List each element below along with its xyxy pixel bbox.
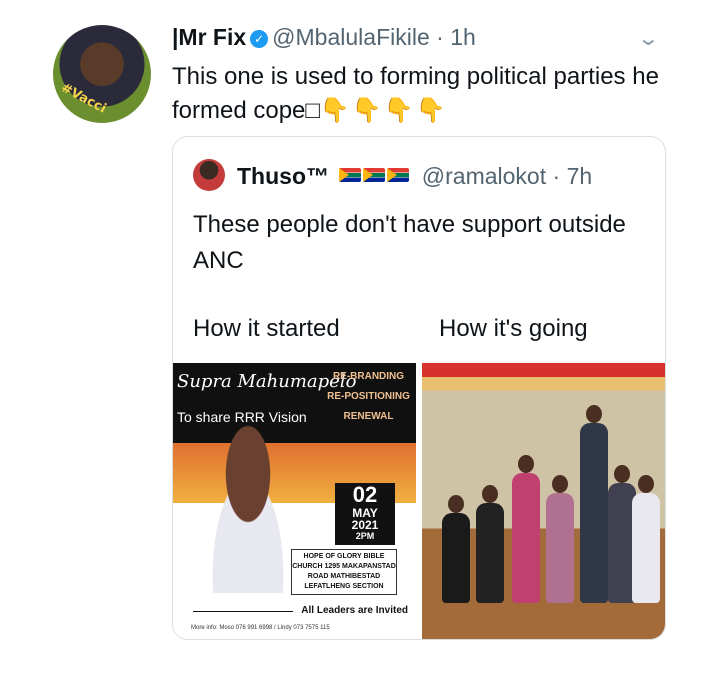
tweet-header: |Mr Fix ✓ @MbalulaFikile · 1h [172,24,476,51]
person-figure [512,473,540,603]
tweet-text: This one is used to forming political pa… [172,60,662,128]
poster-time: 2PM [355,531,375,541]
group-photo-image[interactable] [422,363,665,639]
quoted-tweet-time[interactable]: · 7h [553,163,593,189]
poster-more-info: More info: Moso 076 991 6998 / Lindy 073… [191,625,330,631]
poster-divider [193,611,293,612]
poster-rrr-item: RE-BRANDING [332,371,405,382]
label-how-its-going: How it's going [439,315,588,342]
person-figure [580,423,608,603]
south-africa-flag-icon [363,168,386,182]
south-africa-flags [339,161,411,188]
person-head [586,405,602,423]
poster-rrr-item: RE-POSITIONING [327,391,410,402]
poster-year: 2021 [351,518,379,532]
pointing-down-emojis: 👇👇👇👇 [319,97,448,124]
person-head [448,495,464,513]
poster-rrr-item: RENEWAL [343,411,394,422]
label-how-it-started: How it started [193,315,340,342]
event-poster-image[interactable]: Supra Mahumapelo To share RRR Vision RE-… [173,363,416,639]
avatar-badge: #Vacci [58,80,109,117]
chevron-down-icon[interactable]: ⌄ [637,26,660,51]
group-of-people [432,403,660,603]
person-head [552,475,568,493]
poster-rrr-list: RE-BRANDING RE-POSITIONING RENEWAL [321,367,416,427]
author-name[interactable]: |Mr Fix [172,24,246,50]
person-head [638,475,654,493]
poster-leaders-invited: All Leaders are Invited [301,605,408,616]
quoted-author-avatar[interactable] [193,159,225,191]
person-figure [442,513,470,603]
quoted-tweet[interactable]: Thuso™ @ramalokot · 7h These people don'… [172,136,666,640]
quoted-author-handle[interactable]: @ramalokot [422,163,546,189]
person-head [518,455,534,473]
person-head [482,485,498,503]
person-figure [546,493,574,603]
quoted-author-name[interactable]: Thuso™ [237,163,329,189]
person-figure [632,493,660,603]
poster-venue: HOPE OF GLORY BIBLE CHURCH 1295 MAKAPANS… [291,549,397,595]
verified-icon: ✓ [250,30,269,48]
person-figure [476,503,504,603]
poster-date-block: 02 MAY 2021 2PM [335,483,395,545]
person-head [614,465,630,483]
tweet-time[interactable]: · 1h [436,24,476,50]
quoted-tweet-text: These people don't have support outside … [193,211,626,274]
author-avatar[interactable]: #Vacci [53,25,151,123]
south-africa-flag-icon [339,168,362,182]
poster-day: 02 [352,482,378,507]
quoted-tweet-header: Thuso™ @ramalokot · 7h [237,161,592,190]
author-handle[interactable]: @MbalulaFikile [272,24,430,50]
south-africa-flag-icon [387,168,410,182]
poster-speaker-photo [193,423,303,593]
